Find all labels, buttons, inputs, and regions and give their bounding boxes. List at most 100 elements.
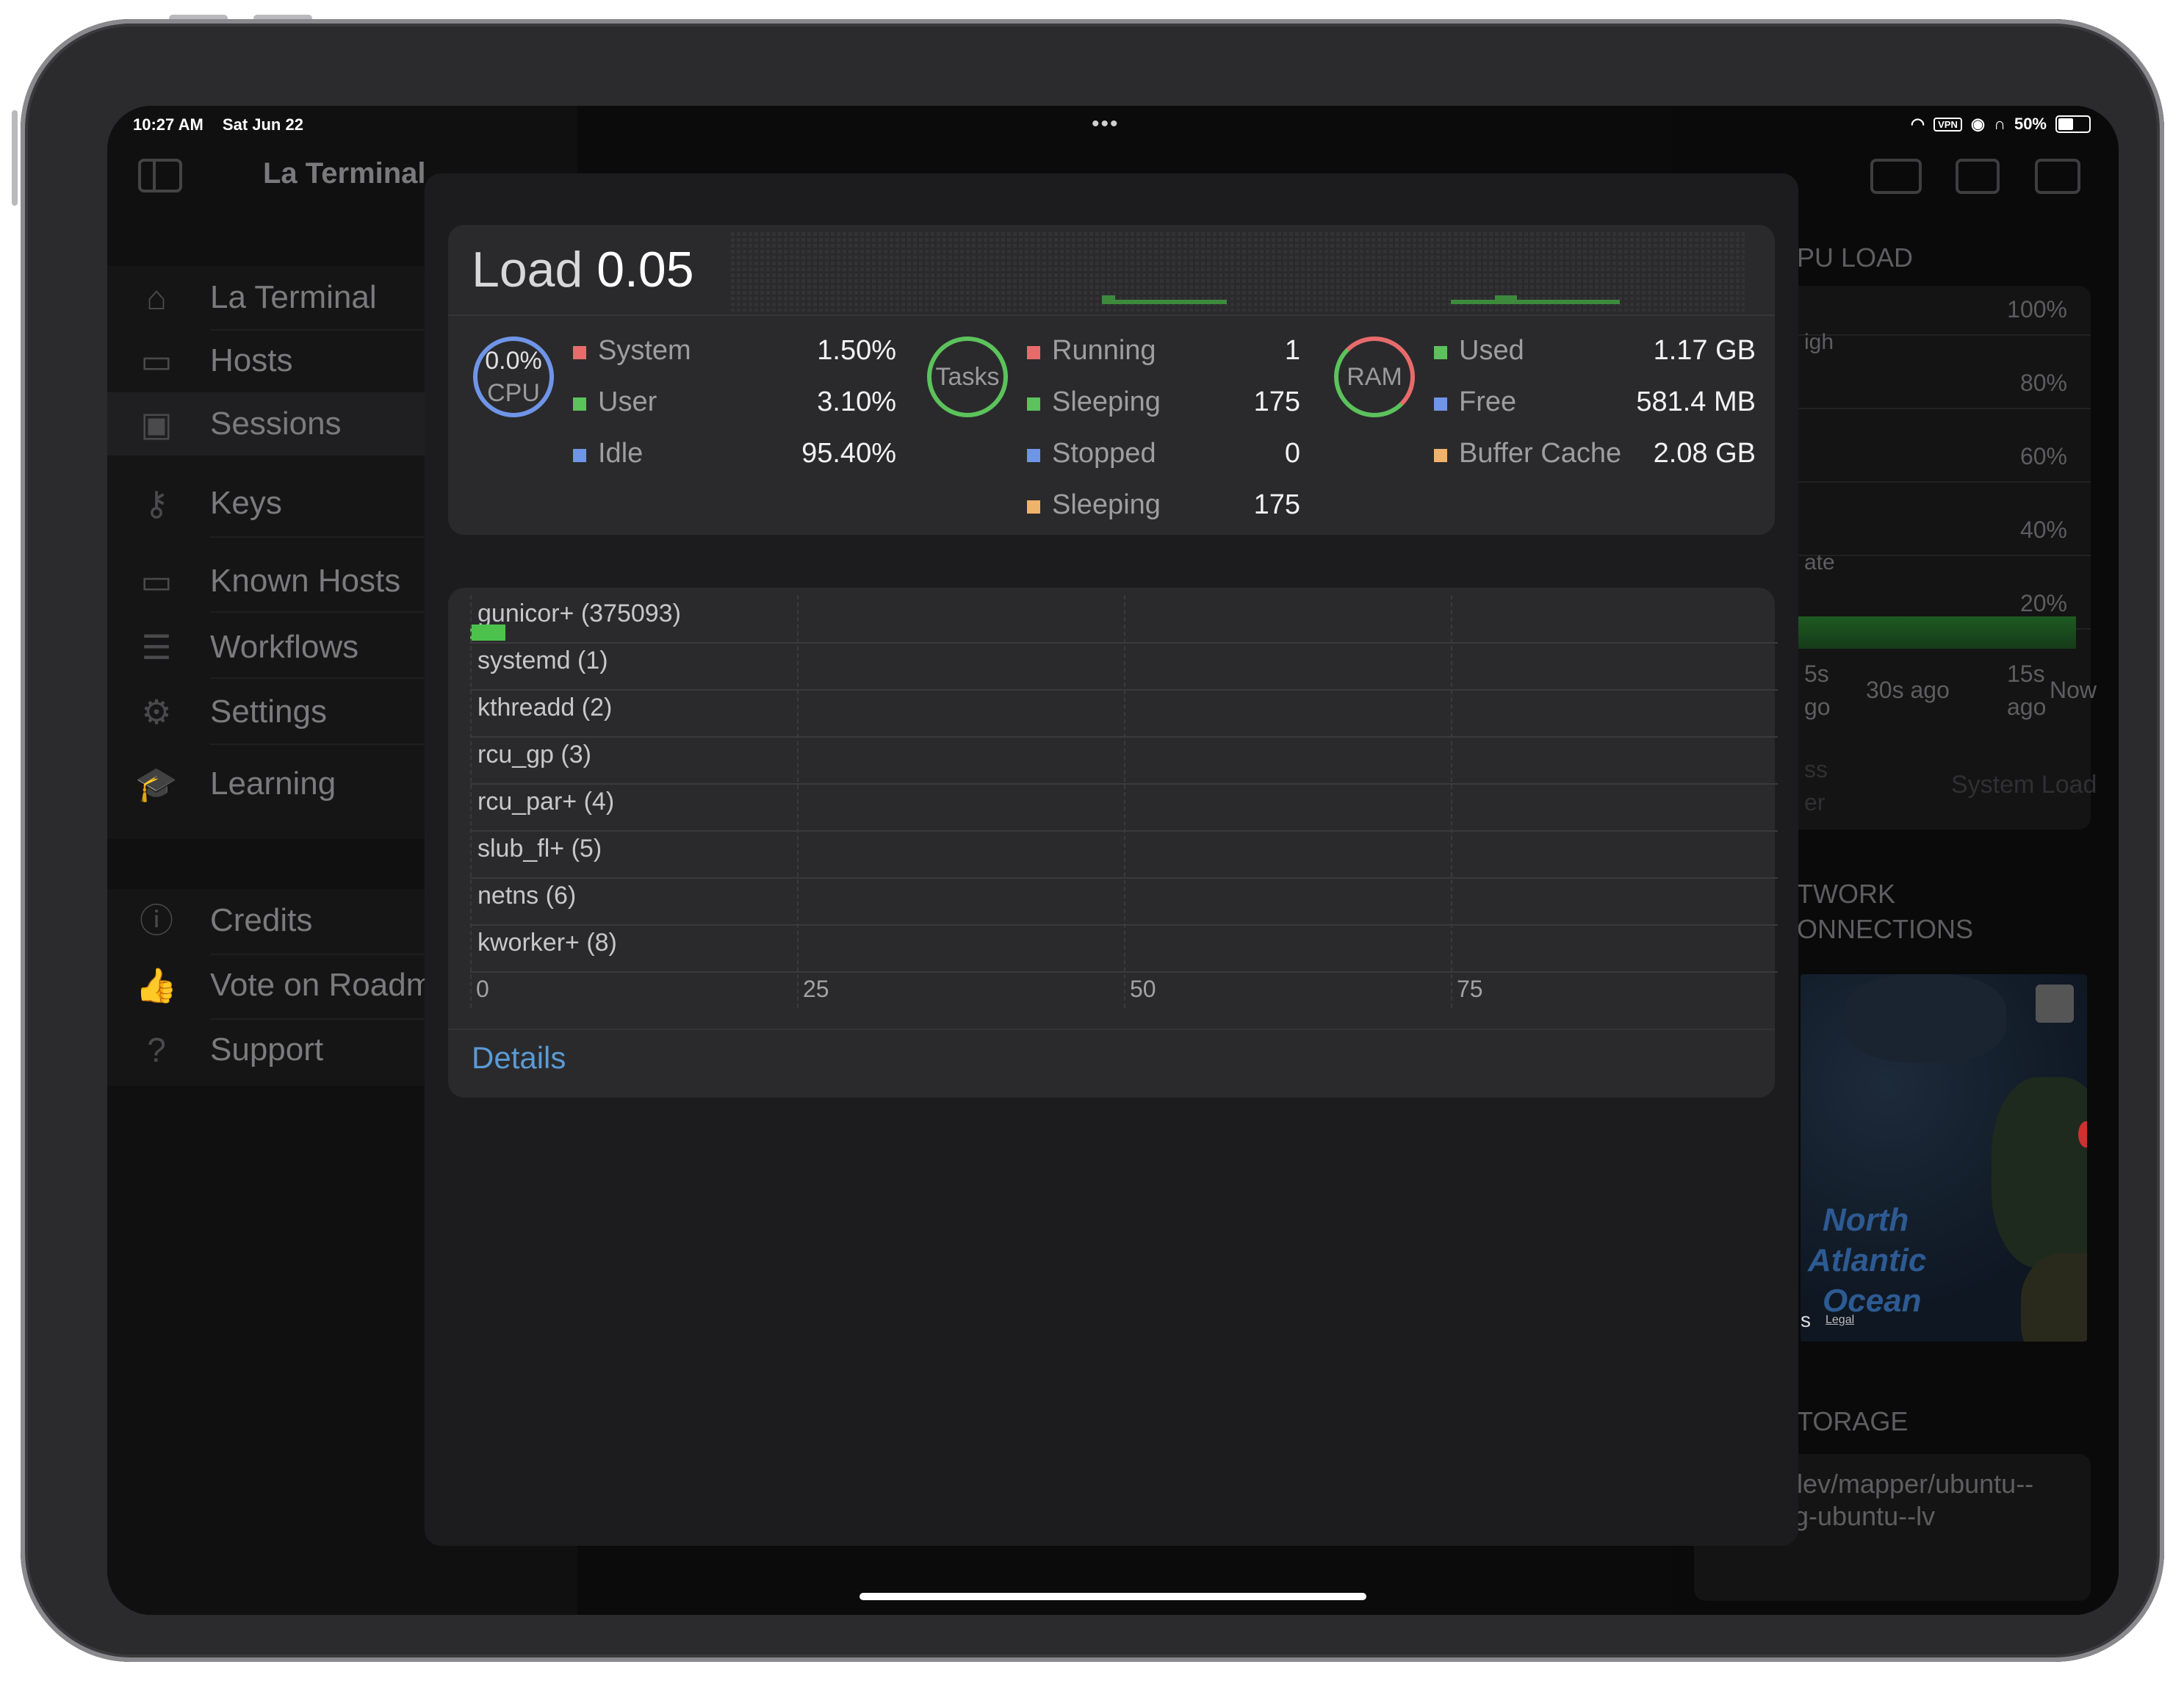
axis-tick-label: 75: [1457, 976, 1483, 1002]
ram-stat-label: Used: [1459, 335, 1524, 366]
map-label: Atlantic: [1808, 1242, 1927, 1278]
process-chart-card: Details gunicor+ (375093) systemd (1) kthr…: [448, 588, 1778, 1098]
pct-label: 40%: [2019, 516, 2067, 543]
sidebar-title: La Terminal: [263, 157, 426, 190]
process-name: kthreadd (2): [477, 694, 613, 721]
pct-label: 80%: [2019, 370, 2067, 396]
status-time: 10:27 AM: [133, 115, 203, 134]
inspector-toggle-icon[interactable]: [2035, 159, 2080, 194]
question-icon: ?: [147, 1031, 166, 1069]
cpu-ring: 0.0% CPU: [473, 336, 554, 417]
legend-swatch: [1027, 397, 1040, 411]
sidebar-item-label: Workflows: [210, 629, 359, 665]
house-icon: ⌂: [146, 278, 167, 317]
gear-icon: ⚙: [141, 693, 172, 731]
ipad-frame: La Terminal ⌂ La Terminal ▭ Hosts ▣ Sess…: [21, 19, 2164, 1662]
network-title: TWORK: [1797, 879, 1895, 909]
sidebar-item-label: Vote on Roadm: [210, 967, 433, 1003]
process-name: kworker+ (8): [477, 929, 617, 957]
load-summary-card: Load 0.05 0.0% CPU System 1.50% User 3.1…: [448, 225, 1775, 535]
legend-swatch: [1434, 346, 1447, 359]
network-map[interactable]: North Atlantic Ocean s Legal: [1801, 974, 2087, 1342]
sidebar-item-label: Hosts: [210, 342, 293, 378]
sidebar-item-label: Keys: [210, 485, 282, 521]
sidebar-item-label: Sessions: [210, 406, 342, 442]
keyboard-icon[interactable]: [1870, 159, 1922, 194]
tasks-stat-value: 0: [1284, 438, 1300, 469]
grid-line: [1451, 595, 1452, 1008]
cpu-stat-value: 95.40%: [801, 438, 896, 469]
time-label: go: [1804, 694, 1831, 720]
ram-stat-label: Free: [1459, 386, 1517, 417]
sidebar-item-label: La Terminal: [210, 279, 377, 315]
time-label: ago: [2007, 694, 2047, 720]
cpu-stat-value: 1.50%: [817, 335, 896, 366]
tasks-ring: Tasks: [927, 336, 1008, 417]
axis-tick-label: 25: [803, 976, 829, 1002]
load-history-chart: [731, 232, 1745, 312]
sidebar-item-label: Learning: [210, 766, 336, 802]
ram-ring-label: RAM: [1347, 363, 1402, 391]
legend-label: ss: [1804, 756, 1828, 782]
pct-label: 20%: [2019, 590, 2067, 616]
tasks-stat-value: 1: [1284, 335, 1300, 366]
expand-icon[interactable]: [2036, 985, 2074, 1023]
list-icon: ☰: [141, 628, 172, 666]
network-title: ONNECTIONS: [1797, 914, 1974, 944]
load-label: Load: [472, 242, 583, 298]
legend-swatch: [1027, 346, 1040, 359]
legend-label: System Load: [1951, 771, 2097, 799]
graduation-cap-icon: 🎓: [135, 765, 178, 803]
tasks-stat-label: Sleeping: [1052, 386, 1161, 417]
legend-swatch: [573, 346, 586, 359]
cpu-stat-label: User: [598, 386, 657, 417]
tasks-stat-value: 175: [1253, 489, 1300, 520]
process-name: gunicor+ (375093): [477, 600, 681, 627]
tasks-stat-label: Sleeping: [1052, 489, 1161, 520]
storage-title: TORAGE: [1797, 1406, 1909, 1436]
thumbs-up-icon: 👍: [135, 966, 178, 1004]
legend-swatch: [573, 397, 586, 411]
storage-path: vg-ubuntu--lv: [1781, 1501, 1936, 1531]
load-heading: Load 0.05: [472, 241, 694, 298]
sidebar-toggle-icon[interactable]: [138, 159, 182, 192]
legend-swatch: [1434, 397, 1447, 411]
tasks-stat-label: Running: [1052, 335, 1156, 366]
wifi-icon: ◠: [1910, 115, 1925, 133]
process-monitor-modal: Load 0.05 0.0% CPU System 1.50% User 3.1…: [425, 173, 1798, 1546]
sidebar-item-label: Credits: [210, 902, 313, 938]
monitor-icon: ▭: [140, 342, 173, 380]
details-link[interactable]: Details: [472, 1040, 566, 1076]
ram-ring: RAM: [1334, 336, 1415, 417]
window-icon[interactable]: [1956, 159, 2000, 194]
sidebar-item-label: Settings: [210, 694, 327, 730]
legal-link[interactable]: Legal: [1826, 1314, 1854, 1327]
info-icon: ⓘ: [140, 901, 173, 940]
sidebar-item-label: Support: [210, 1032, 324, 1068]
screen: La Terminal ⌂ La Terminal ▭ Hosts ▣ Sess…: [107, 106, 2119, 1615]
status-bar: 10:27 AM Sat Jun 22 ••• ◠ VPN ◉ ∩ 50%: [107, 106, 2119, 143]
lock-monitor-icon: ▭: [140, 562, 173, 600]
time-label: Now: [2050, 677, 2097, 703]
terminal-icon: ▣: [140, 405, 173, 443]
map-label: s: [1801, 1309, 1811, 1331]
time-label: 15s: [2007, 660, 2045, 687]
legend-label: ate: [1804, 550, 1835, 575]
load-value: 0.05: [597, 242, 694, 298]
sidebar-item-label: Known Hosts: [210, 563, 401, 599]
key-icon: ⚷: [144, 484, 169, 522]
focus-icon: ◉: [1970, 115, 1986, 133]
vpn-badge: VPN: [1933, 117, 1962, 132]
ram-stat-value: 1.17 GB: [1653, 335, 1756, 366]
process-name: netns (6): [477, 882, 577, 910]
pct-label: 60%: [2019, 443, 2067, 469]
status-date: Sat Jun 22: [222, 115, 303, 134]
axis-tick-label: 50: [1130, 976, 1156, 1002]
ram-stat-value: 581.4 MB: [1636, 386, 1756, 417]
multitasking-dots-icon[interactable]: •••: [1092, 112, 1120, 137]
grid-line: [797, 595, 799, 1008]
home-indicator[interactable]: [859, 1593, 1366, 1600]
cpu-stat-label: Idle: [598, 438, 644, 469]
process-name: systemd (1): [477, 647, 608, 674]
time-label: 30s ago: [1866, 677, 1950, 703]
